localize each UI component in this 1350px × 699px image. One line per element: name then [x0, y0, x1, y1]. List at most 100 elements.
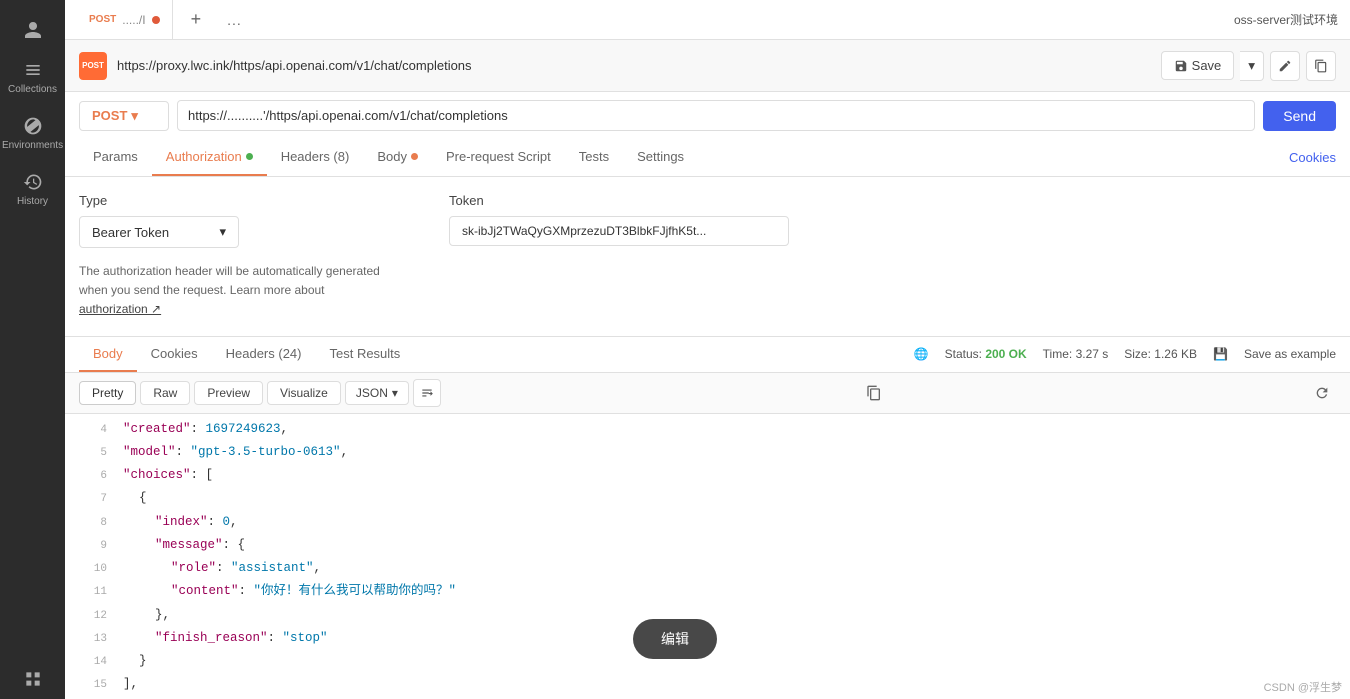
json-key: "message" — [155, 538, 223, 552]
sidebar-item-environments[interactable]: Environments — [0, 106, 65, 162]
auth-section: Type Bearer Token ▾ The authorization he… — [65, 177, 1350, 337]
copy-icon — [866, 385, 882, 401]
urlbar: POST https://proxy.lwc.ink/https/api.ope… — [65, 40, 1350, 92]
visualize-button[interactable]: Visualize — [267, 381, 341, 405]
format-select[interactable]: JSON ▾ — [345, 381, 409, 405]
sidebar-item-workspaces[interactable] — [0, 659, 65, 699]
line-number: 8 — [79, 514, 107, 533]
line-number: 12 — [79, 607, 107, 626]
add-tab-button[interactable]: + — [181, 0, 212, 39]
tab-settings-label: Settings — [637, 149, 684, 164]
line-content: }, — [155, 605, 170, 626]
edit-button[interactable]: 编辑 — [633, 619, 717, 659]
preview-button[interactable]: Preview — [194, 381, 263, 405]
workspace-name: oss-server测试环境 — [1234, 11, 1338, 28]
format-bar: Pretty Raw Preview Visualize JSON ▾ — [65, 373, 1350, 414]
tab-prerequest[interactable]: Pre-request Script — [432, 139, 565, 176]
tab-authorization[interactable]: Authorization — [152, 139, 267, 176]
authorization-dot — [246, 153, 253, 160]
json-line: 6"choices": [ — [65, 464, 1350, 487]
environments-icon — [23, 116, 43, 136]
save-button-label: Save — [1192, 58, 1222, 73]
tab-modified-dot — [152, 16, 160, 24]
more-tabs-button[interactable]: ... — [219, 0, 250, 39]
json-number: 0 — [223, 515, 231, 529]
watermark: CSDN @浮生梦 — [1264, 679, 1342, 695]
tab-headers-label: Headers (8) — [281, 149, 350, 164]
line-number: 6 — [79, 467, 107, 486]
json-punctuation: : { — [223, 538, 246, 552]
tab-headers[interactable]: Headers (8) — [267, 139, 364, 176]
line-number: 5 — [79, 444, 107, 463]
url-input[interactable] — [177, 100, 1255, 131]
pretty-button[interactable]: Pretty — [79, 381, 136, 405]
response-size-value: 1.26 KB — [1154, 347, 1197, 361]
pencil-icon — [1278, 59, 1292, 73]
line-content: "message": { — [155, 535, 245, 556]
refresh-icon — [1314, 385, 1330, 401]
tab-params-label: Params — [93, 149, 138, 164]
json-punctuation: }, — [155, 608, 170, 622]
sidebar-item-history[interactable]: History — [0, 162, 65, 218]
request-type-icon: POST — [79, 52, 107, 80]
copy-button[interactable] — [860, 379, 888, 407]
auth-token-input[interactable] — [449, 216, 789, 246]
response-status-globe-icon: 🌐 — [914, 347, 929, 361]
json-key: "created" — [123, 422, 191, 436]
auth-learn-more-link[interactable]: authorization ↗ — [79, 302, 161, 316]
response-time-value: 3.27 s — [1076, 347, 1109, 361]
save-example-icon: 💾 — [1213, 347, 1228, 361]
line-number: 10 — [79, 560, 107, 579]
auth-type-select[interactable]: Bearer Token ▾ — [79, 216, 239, 248]
save-dropdown-button[interactable]: ▾ — [1240, 51, 1264, 81]
edit-overlay: 编辑 — [633, 619, 717, 659]
tab-tests[interactable]: Tests — [565, 139, 623, 176]
json-string: "assistant" — [231, 561, 314, 575]
json-key: "choices" — [123, 468, 191, 482]
tab-settings[interactable]: Settings — [623, 139, 698, 176]
edit-request-button[interactable] — [1270, 51, 1300, 81]
sidebar-item-user[interactable] — [0, 10, 65, 50]
duplicate-request-button[interactable] — [1306, 51, 1336, 81]
format-chevron: ▾ — [392, 386, 398, 400]
json-punctuation: : — [268, 631, 283, 645]
request-tabs-bar: Params Authorization Headers (8) Body Pr… — [65, 139, 1350, 177]
response-tab-cookies[interactable]: Cookies — [137, 337, 212, 372]
json-line: 9 "message": { — [65, 534, 1350, 557]
tab-body[interactable]: Body — [363, 139, 432, 176]
tab-authorization-label: Authorization — [166, 149, 242, 164]
line-content: "index": 0, — [155, 512, 238, 533]
line-content: "content": "你好！有什么我可以帮助你的吗？" — [171, 581, 456, 602]
auth-right: Token — [449, 193, 1336, 320]
response-tab-headers[interactable]: Headers (24) — [212, 337, 316, 372]
sidebar: Collections Environments History — [0, 0, 65, 699]
wrap-lines-button[interactable] — [413, 379, 441, 407]
line-number: 14 — [79, 653, 107, 672]
urlbar-actions: Save ▾ — [1161, 51, 1336, 81]
response-tab-body[interactable]: Body — [79, 337, 137, 372]
line-number: 15 — [79, 676, 107, 695]
raw-button[interactable]: Raw — [140, 381, 190, 405]
response-status-text: Status: 200 OK — [945, 347, 1027, 361]
response-metadata: 🌐 Status: 200 OK Time: 3.27 s Size: 1.26… — [914, 347, 1336, 361]
response-tab-testresults[interactable]: Test Results — [315, 337, 414, 372]
sidebar-item-collections[interactable]: Collections — [0, 50, 65, 106]
save-example-button[interactable]: Save as example — [1244, 347, 1336, 361]
request-tab[interactable]: POST ...../I — [77, 0, 173, 39]
json-punctuation: : — [208, 515, 223, 529]
line-number: 9 — [79, 537, 107, 556]
json-number: 1697249623 — [206, 422, 281, 436]
cookies-link[interactable]: Cookies — [1289, 150, 1336, 165]
method-select[interactable]: POST ▾ — [79, 101, 169, 131]
response-size-text: Size: 1.26 KB — [1124, 347, 1197, 361]
save-button[interactable]: Save — [1161, 51, 1235, 80]
clear-button[interactable] — [1308, 379, 1336, 407]
json-punctuation: : — [176, 445, 191, 459]
request-url-row: POST ▾ Send — [65, 92, 1350, 139]
line-content: "finish_reason": "stop" — [155, 628, 328, 649]
json-punctuation: , — [281, 422, 289, 436]
send-button[interactable]: Send — [1263, 101, 1336, 131]
sidebar-collections-label: Collections — [8, 84, 57, 96]
tab-params[interactable]: Params — [79, 139, 152, 176]
json-key: "index" — [155, 515, 208, 529]
